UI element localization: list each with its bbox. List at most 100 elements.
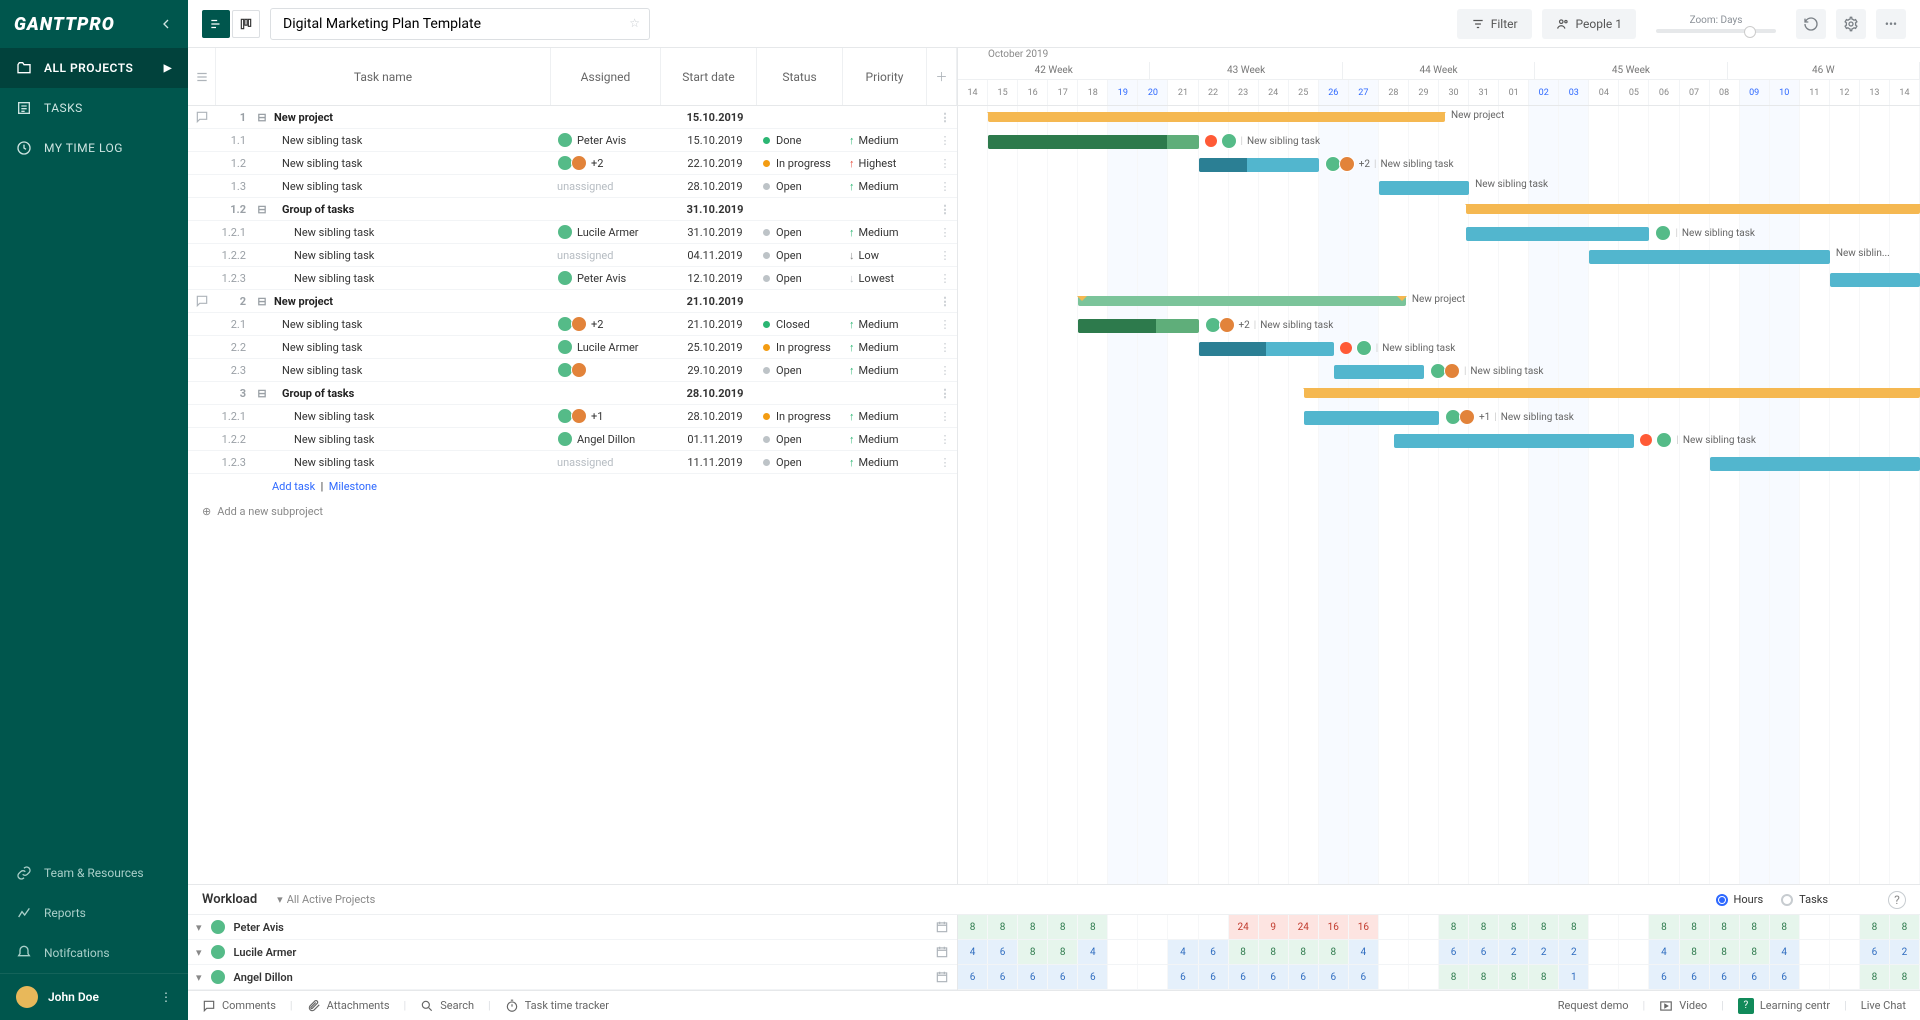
task-status[interactable]: Open: [763, 249, 849, 262]
workload-cell[interactable]: [1830, 915, 1860, 939]
workload-cell[interactable]: [1199, 915, 1229, 939]
gantt-summary-bar[interactable]: [1304, 388, 1920, 398]
expand-toggle[interactable]: ⊟: [252, 203, 272, 216]
task-date[interactable]: 01.11.2019: [667, 433, 763, 446]
workload-cell[interactable]: 8: [1770, 915, 1800, 939]
workload-person-row[interactable]: ▾Lucile Armer: [188, 940, 957, 965]
workload-cell[interactable]: 4: [958, 940, 988, 964]
star-icon[interactable]: ☆: [629, 16, 640, 30]
chevron-down-icon[interactable]: ▾: [196, 971, 202, 984]
workload-cell[interactable]: 4: [1078, 940, 1108, 964]
workload-cell[interactable]: 6: [1199, 965, 1229, 989]
workload-cell[interactable]: 9: [1259, 915, 1289, 939]
row-menu-icon[interactable]: ⋮: [933, 249, 957, 262]
workload-cell[interactable]: 8: [1048, 915, 1078, 939]
workload-cell[interactable]: 6: [1229, 965, 1259, 989]
task-name[interactable]: Group of tasks: [272, 387, 557, 400]
workload-cell[interactable]: 8: [1259, 940, 1289, 964]
workload-cell[interactable]: [1138, 915, 1168, 939]
workload-cell[interactable]: [1138, 940, 1168, 964]
add-milestone-link[interactable]: Milestone: [329, 480, 377, 493]
workload-cell[interactable]: 8: [1680, 940, 1710, 964]
col-priority[interactable]: Priority: [843, 48, 927, 105]
calendar-icon[interactable]: [935, 945, 949, 959]
task-row[interactable]: 1⊟New project15.10.2019⋮: [188, 106, 957, 129]
task-priority[interactable]: ↓ Low: [849, 249, 933, 262]
user-row[interactable]: John Doe ⋮: [0, 973, 188, 1020]
workload-filter[interactable]: ▾All Active Projects: [277, 893, 375, 906]
chevron-down-icon[interactable]: ▾: [196, 946, 202, 959]
comment-icon[interactable]: [195, 294, 209, 308]
workload-cell[interactable]: 6: [1168, 965, 1198, 989]
expand-toggle[interactable]: ⊟: [252, 387, 272, 400]
gantt-task-bar[interactable]: [988, 135, 1198, 149]
task-status[interactable]: Closed: [763, 318, 849, 331]
workload-cell[interactable]: 8: [1499, 915, 1529, 939]
footer-video[interactable]: Video: [1659, 999, 1707, 1013]
task-date[interactable]: 28.10.2019: [667, 387, 763, 400]
task-priority[interactable]: ↑ Medium: [849, 341, 933, 354]
calendar-icon[interactable]: [935, 920, 949, 934]
workload-cell[interactable]: 8: [1710, 940, 1740, 964]
footer-learning[interactable]: ?Learning centr: [1738, 998, 1830, 1014]
workload-cell[interactable]: 8: [1018, 915, 1048, 939]
task-date[interactable]: 21.10.2019: [667, 295, 763, 308]
filter-button[interactable]: Filter: [1457, 9, 1532, 39]
task-status[interactable]: Done: [763, 134, 849, 147]
workload-cell[interactable]: 6: [1710, 965, 1740, 989]
workload-person-row[interactable]: ▾Angel Dillon: [188, 965, 957, 990]
workload-cell[interactable]: [1800, 940, 1830, 964]
task-priority[interactable]: ↑ Medium: [849, 433, 933, 446]
row-menu-icon[interactable]: ⋮: [933, 134, 957, 147]
add-task-link[interactable]: Add task: [272, 480, 315, 493]
task-assigned[interactable]: unassigned: [557, 180, 667, 193]
kebab-icon[interactable]: ⋮: [160, 990, 172, 1004]
task-name[interactable]: New sibling task: [272, 410, 557, 423]
workload-cell[interactable]: 6: [1199, 940, 1229, 964]
gantt-summary-bar[interactable]: [988, 112, 1445, 122]
task-date[interactable]: 31.10.2019: [667, 226, 763, 239]
workload-cell[interactable]: 8: [1078, 915, 1108, 939]
workload-cell[interactable]: 8: [1710, 915, 1740, 939]
workload-cell[interactable]: 6: [1349, 965, 1379, 989]
calendar-icon[interactable]: [935, 970, 949, 984]
task-priority[interactable]: ↑ Medium: [849, 318, 933, 331]
task-row[interactable]: 2.2New sibling task Lucile Armer25.10.20…: [188, 336, 957, 359]
task-priority[interactable]: ↑ Medium: [849, 180, 933, 193]
row-menu-icon[interactable]: ⋮: [933, 180, 957, 193]
task-date[interactable]: 22.10.2019: [667, 157, 763, 170]
task-assigned[interactable]: unassigned: [557, 249, 667, 262]
workload-cell[interactable]: [1619, 915, 1649, 939]
task-date[interactable]: 21.10.2019: [667, 318, 763, 331]
workload-cell[interactable]: 24: [1229, 915, 1259, 939]
workload-cell[interactable]: 8: [1439, 965, 1469, 989]
task-row[interactable]: 3⊟Group of tasks28.10.2019⋮: [188, 382, 957, 405]
zoom-slider[interactable]: [1656, 29, 1776, 33]
expand-toggle[interactable]: ⊟: [252, 111, 272, 124]
nav-reports[interactable]: Reports: [0, 893, 188, 933]
task-row[interactable]: 1.2.1New sibling task Lucile Armer31.10.…: [188, 221, 957, 244]
col-start[interactable]: Start date: [661, 48, 757, 105]
workload-cell[interactable]: 8: [1559, 915, 1589, 939]
workload-cell[interactable]: 6: [1860, 940, 1890, 964]
workload-cell[interactable]: [1619, 940, 1649, 964]
task-assigned[interactable]: Angel Dillon: [557, 431, 667, 447]
workload-cell[interactable]: [1589, 915, 1619, 939]
row-menu-icon[interactable]: ⋮: [933, 226, 957, 239]
workload-cell[interactable]: 6: [1259, 965, 1289, 989]
workload-cell[interactable]: 2: [1499, 940, 1529, 964]
view-board[interactable]: [232, 10, 260, 38]
row-menu-icon[interactable]: ⋮: [933, 433, 957, 446]
workload-cell[interactable]: [1409, 915, 1439, 939]
workload-cell[interactable]: 6: [958, 965, 988, 989]
gantt-task-bar[interactable]: [1304, 411, 1439, 425]
gantt-task-bar[interactable]: [1710, 457, 1920, 471]
footer-attachments[interactable]: Attachments: [307, 999, 390, 1013]
task-date[interactable]: 28.10.2019: [667, 410, 763, 423]
workload-cell[interactable]: 8: [1439, 915, 1469, 939]
task-date[interactable]: 11.11.2019: [667, 456, 763, 469]
task-name[interactable]: New sibling task: [272, 272, 557, 285]
workload-cell[interactable]: 4: [1349, 940, 1379, 964]
task-row[interactable]: 1.2New sibling task +222.10.2019 In prog…: [188, 152, 957, 175]
gantt-summary-bar[interactable]: [1466, 204, 1920, 214]
